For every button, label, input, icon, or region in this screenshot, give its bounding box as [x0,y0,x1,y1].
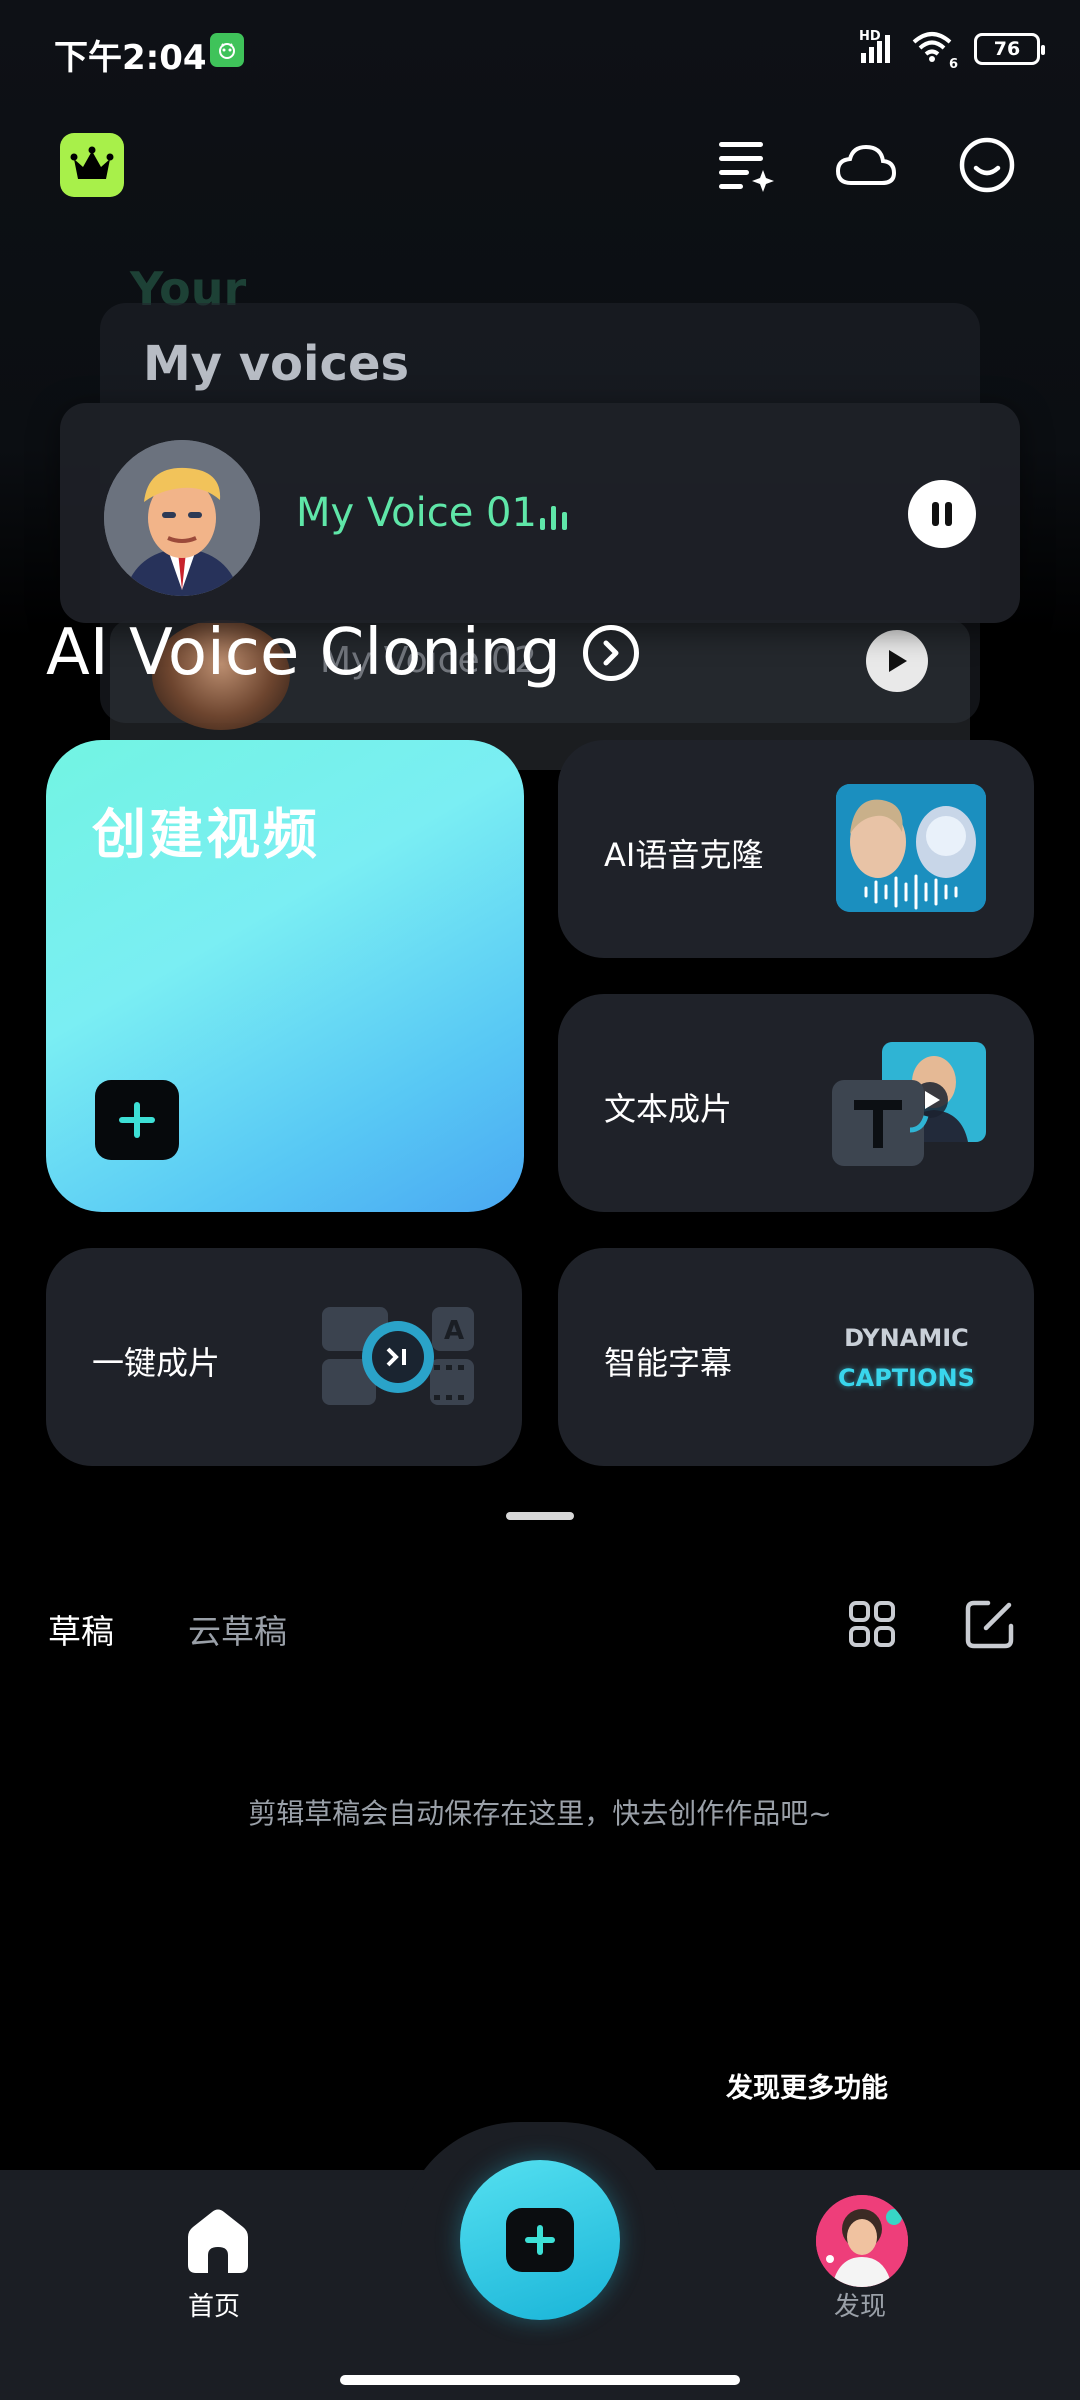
battery-level: 76 [993,38,1021,60]
svg-text:A: A [444,1316,464,1346]
text-to-video-label: 文本成片 [604,1090,733,1128]
voices-card-title: My voices [143,336,410,392]
one-click-video-label: 一键成片 [92,1344,221,1382]
create-fab-button[interactable] [460,2160,620,2320]
play-button[interactable] [866,630,928,692]
status-indicators: HD 6 76 [859,29,1045,72]
audio-wave-icon [540,498,567,530]
banner-headline: AI Voice Cloning [46,616,561,690]
tab-cloud-drafts[interactable]: 云草稿 [188,1605,287,1653]
pause-button[interactable] [908,480,976,548]
drafts-empty-message: 剪辑草稿会自动保存在这里，快去创作作品吧~ [248,1797,832,1830]
text-to-video-thumbnail [830,1040,990,1170]
one-click-video-thumbnail: A [320,1305,476,1409]
grid-icon [849,1601,895,1647]
status-time: 下午2:04 [54,38,207,78]
wifi-label: 6 [948,57,958,72]
captions-thumbnail: DYNAMIC CAPTIONS [838,1318,975,1398]
plus-icon [506,2208,574,2272]
wifi-icon: 6 [910,30,958,72]
signal-icon: HD [859,29,890,63]
create-video-title: 创建视频 [92,803,320,866]
nav-home-button[interactable] [180,2207,256,2277]
network-type: HD [859,29,881,44]
nav-discover-label: 发现 [834,2292,887,2322]
edit-icon [965,1600,1014,1649]
tab-drafts[interactable]: 草稿 [48,1605,114,1653]
drag-handle[interactable] [506,1512,574,1520]
smiley-icon [959,137,1015,193]
caption-line-2: CAPTIONS [838,1364,975,1392]
smart-captions-label: 智能字幕 [604,1344,733,1382]
edit-drafts-button[interactable] [964,1598,1016,1650]
create-video-add-button[interactable] [95,1080,179,1160]
crown-icon [70,146,114,179]
grid-view-button[interactable] [848,1600,896,1648]
app-notification-icon [210,33,244,67]
profile-button[interactable] [955,133,1019,197]
ai-voice-clone-thumbnail [836,784,986,912]
voice-name: My Voice 01 [296,490,537,536]
vip-crown-button[interactable] [60,133,124,197]
arrow-right-icon [582,625,639,681]
ai-voice-clone-label: AI语音克隆 [604,836,764,874]
voice-avatar [104,440,260,596]
banner-headline-link[interactable]: AI Voice Cloning [46,616,639,690]
home-icon [188,2209,248,2273]
cloud-button[interactable] [834,133,898,197]
nav-home-label: 首页 [188,2292,241,2322]
pause-icon [932,502,952,526]
sparkle-list-icon [719,142,774,192]
cloud-icon [835,144,897,185]
discover-avatar-icon [816,2195,908,2287]
play-icon [889,650,907,672]
battery-indicator: 76 [974,33,1045,65]
nav-discover-button[interactable] [816,2195,908,2287]
task-list-button[interactable] [714,133,778,197]
plus-icon [119,1102,155,1138]
discover-more-tooltip[interactable]: 发现更多功能 [726,2066,888,2105]
caption-line-1: DYNAMIC [844,1324,969,1352]
home-indicator[interactable] [340,2375,740,2385]
